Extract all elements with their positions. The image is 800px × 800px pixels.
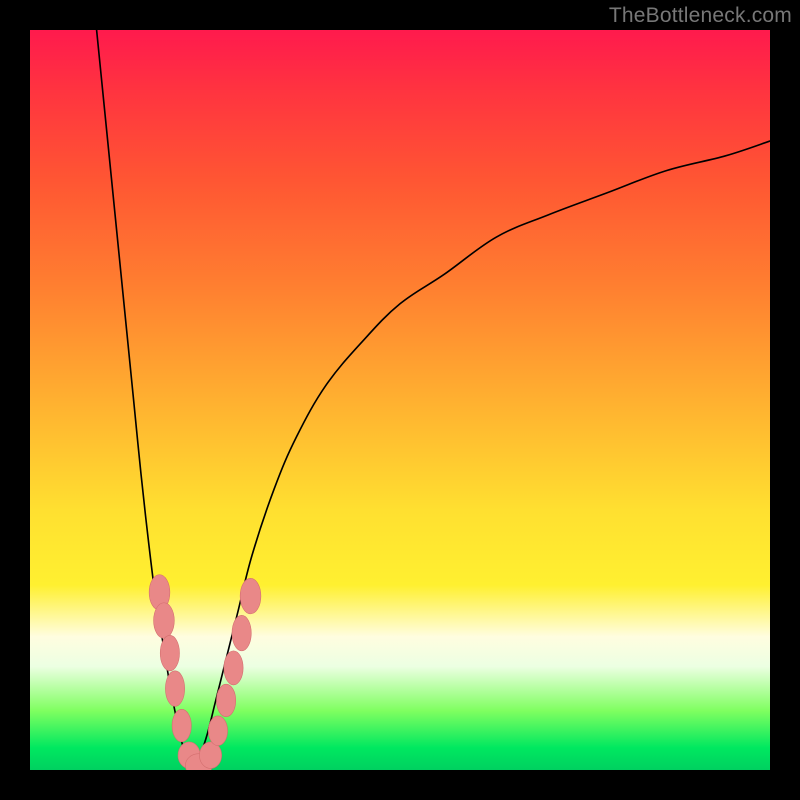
- chart-frame: TheBottleneck.com: [0, 0, 800, 800]
- data-marker: [165, 671, 184, 707]
- data-marker: [216, 684, 235, 717]
- data-marker: [160, 635, 179, 671]
- plot-area: [30, 30, 770, 770]
- data-marker: [199, 742, 221, 769]
- data-marker: [208, 716, 227, 746]
- curve-right: [193, 141, 770, 770]
- data-marker: [240, 578, 261, 614]
- data-marker: [224, 651, 243, 685]
- data-marker: [172, 709, 191, 742]
- watermark-text: TheBottleneck.com: [609, 4, 792, 28]
- data-marker: [232, 615, 251, 651]
- chart-svg: [30, 30, 770, 770]
- data-marker: [154, 603, 175, 639]
